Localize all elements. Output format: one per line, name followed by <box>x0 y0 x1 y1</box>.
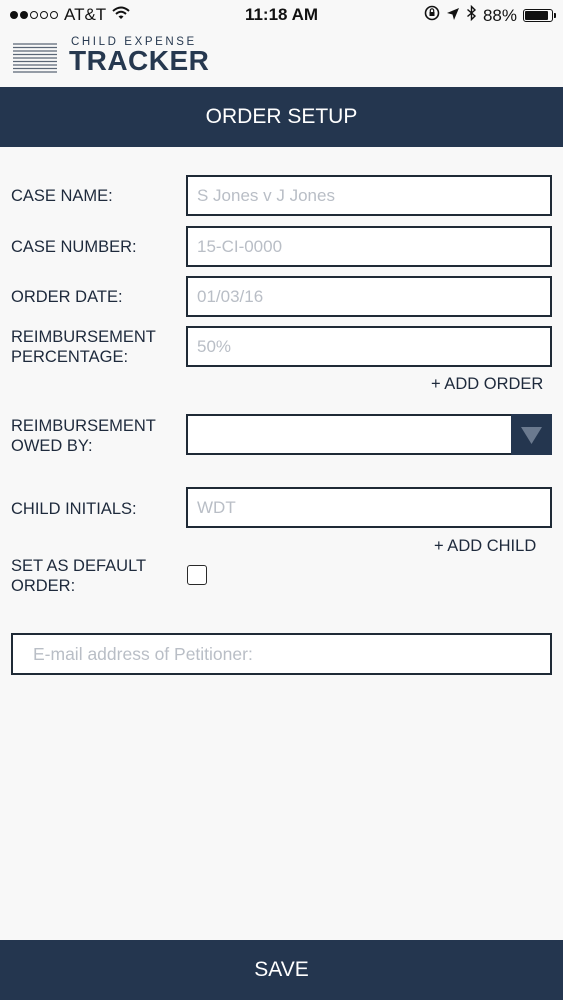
case-number-field <box>186 226 552 267</box>
order-date-field <box>186 276 552 317</box>
case-number-label: CASE NUMBER: <box>11 238 137 256</box>
battery-fill <box>525 11 548 20</box>
hamburger-menu-icon[interactable] <box>13 42 57 74</box>
logo-title: TRACKER <box>69 45 210 76</box>
battery-tip <box>554 13 556 18</box>
status-bar: AT&T 11:18 AM 88% <box>0 0 563 30</box>
save-button[interactable]: SAVE <box>0 940 563 1000</box>
location-arrow-icon <box>446 6 460 26</box>
orientation-lock-icon <box>424 5 440 26</box>
order-date-input[interactable] <box>188 278 550 315</box>
reimbursement-percentage-label: REIMBURSEMENT PERCENTAGE: <box>11 327 156 367</box>
battery-percent: 88% <box>482 5 517 25</box>
default-order-label: SET AS DEFAULT ORDER: <box>11 556 146 596</box>
label-line: OWED BY: <box>11 437 93 455</box>
reimbursement-percentage-input[interactable] <box>188 328 550 365</box>
child-initials-field <box>186 487 552 528</box>
label-line: ORDER: <box>11 577 76 595</box>
reimbursement-owed-by-select[interactable] <box>186 414 552 455</box>
add-child-link[interactable]: + ADD CHILD <box>434 537 536 556</box>
app-header: CHILD EXPENSE TRACKER <box>0 30 563 87</box>
reimbursement-percentage-field <box>186 326 552 367</box>
bluetooth-icon <box>466 4 477 26</box>
case-name-input[interactable] <box>188 177 550 214</box>
reimbursement-owed-by-label: REIMBURSEMENT OWED BY: <box>11 416 156 456</box>
child-initials-input[interactable] <box>188 489 550 526</box>
label-line: SET AS DEFAULT <box>11 557 147 575</box>
add-order-link[interactable]: + ADD ORDER <box>431 375 543 394</box>
label-line: REIMBURSEMENT <box>11 417 156 435</box>
label-line: REIMBURSEMENT <box>11 328 156 346</box>
email-field <box>11 633 552 675</box>
battery-icon <box>523 9 556 22</box>
page-title: ORDER SETUP <box>0 87 563 147</box>
child-initials-label: CHILD INITIALS: <box>11 500 137 518</box>
email-input[interactable] <box>13 635 550 673</box>
case-number-input[interactable] <box>188 228 550 265</box>
status-right: 88% <box>418 4 556 26</box>
case-name-label: CASE NAME: <box>11 187 113 205</box>
label-line: PERCENTAGE: <box>11 348 129 366</box>
dropdown-button[interactable] <box>511 414 552 455</box>
order-date-label: ORDER DATE: <box>11 288 123 306</box>
case-name-field <box>186 175 552 216</box>
triangle-down-icon <box>521 427 542 444</box>
default-order-checkbox[interactable] <box>187 565 207 585</box>
